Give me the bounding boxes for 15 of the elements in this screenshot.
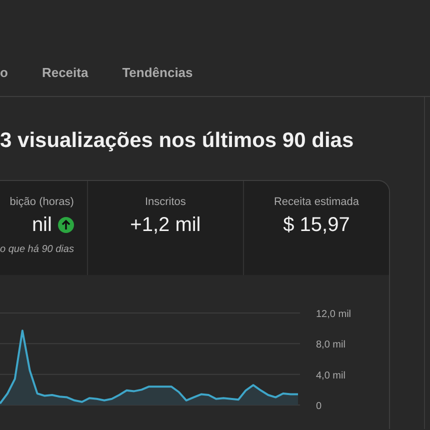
tab[interactable]: o [0, 65, 8, 83]
y-axis-label: 4,0 mil [316, 370, 346, 382]
y-axis-label: 12,0 mil [316, 309, 352, 320]
metric-label: Receita estimada [274, 196, 359, 208]
tab[interactable]: Receita [42, 65, 88, 83]
metric-value: +1,2 mil [130, 213, 201, 237]
y-axis-label: 0 [316, 401, 322, 412]
metric-value: nil [32, 213, 52, 237]
page-heading: 3 visualizações nos últimos 90 dias [0, 129, 355, 153]
metric-label: bição (horas) [10, 196, 74, 208]
metric-note: o que há 90 dias [0, 244, 74, 255]
y-axis-label: 8,0 mil [316, 340, 346, 351]
metric-label: Inscritos [144, 196, 186, 208]
tab[interactable]: Tendências [122, 65, 193, 83]
metric-value: $ 15,97 [283, 213, 350, 237]
